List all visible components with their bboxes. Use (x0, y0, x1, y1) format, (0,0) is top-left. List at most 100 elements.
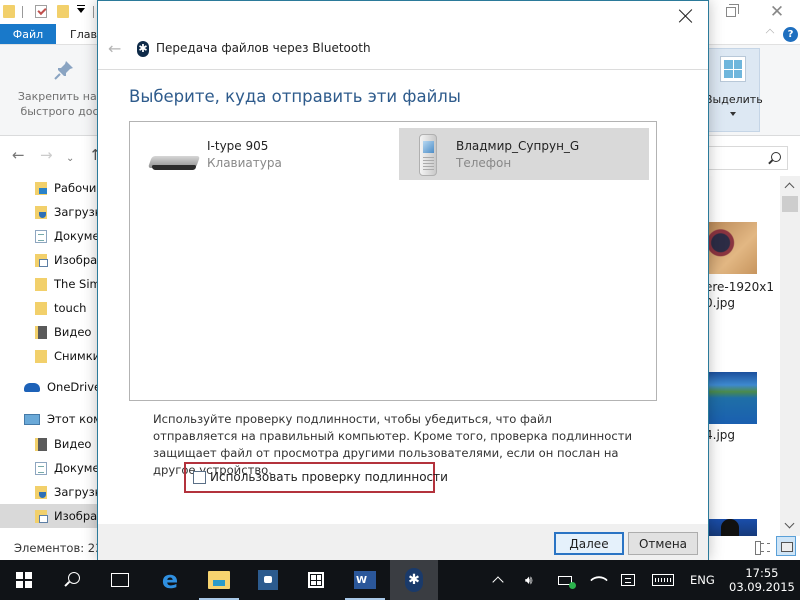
new-folder-icon[interactable] (57, 5, 69, 18)
file-explorer-icon (208, 571, 230, 589)
explorer-close-button[interactable]: ✕ (754, 0, 800, 24)
bluetooth-icon: ✱ (405, 568, 423, 592)
large-icons-view-icon[interactable] (776, 536, 796, 556)
tree-item-label: Загрузк (54, 205, 98, 219)
dialog-heading: Выберите, куда отправить эти файлы (129, 87, 461, 106)
pictures-folder-icon (35, 253, 48, 267)
divider (22, 6, 23, 18)
wifi-icon (590, 571, 608, 589)
tree-item-label: The Sim (54, 277, 98, 291)
cancel-button[interactable]: Отмена (628, 532, 698, 555)
tree-item-documents[interactable]: Докумен (0, 224, 98, 248)
tree-item-touch[interactable]: touch (0, 296, 98, 320)
pin-icon (54, 61, 73, 80)
next-button[interactable]: Далее (554, 532, 624, 555)
videos-folder-icon (35, 437, 47, 451)
tree-item-label: touch (54, 301, 87, 315)
word-button[interactable]: W (341, 560, 389, 600)
tree-item-this-pc[interactable]: Этот комп (0, 407, 98, 431)
volume-button[interactable]: 🔊︎ (525, 560, 533, 600)
device-type: Клавиатура (207, 156, 282, 170)
show-hidden-icons-button[interactable] (492, 560, 504, 600)
task-view-button[interactable] (96, 560, 144, 600)
customize-toolbar-dropdown[interactable] (77, 5, 85, 13)
scroll-up-icon[interactable] (784, 182, 795, 193)
file-name[interactable]: ere-1920x1 (705, 280, 774, 294)
start-button[interactable] (0, 560, 48, 600)
app-icon (258, 570, 278, 590)
scroll-down-icon[interactable] (784, 518, 795, 529)
app-button[interactable] (244, 560, 292, 600)
bluetooth-transfer-button[interactable]: ✱ (390, 560, 438, 600)
tree-item-videos[interactable]: Видео (0, 320, 98, 344)
tree-item-label: Видео (54, 437, 92, 451)
chevron-up-icon (492, 576, 504, 588)
tree-item-label: Изобраэ (54, 253, 98, 267)
store-button[interactable] (292, 560, 340, 600)
search-button[interactable] (48, 560, 96, 600)
desktop-folder-icon (35, 181, 47, 195)
tree-item-pc-documents[interactable]: Докумен (0, 456, 98, 480)
clock-button[interactable]: 17:55 03.09.2015 (729, 560, 795, 600)
device-item-keyboard[interactable]: I-type 905 Клавиатура (136, 128, 386, 180)
tree-item-pc-downloads[interactable]: Загрузк (0, 480, 98, 504)
restore-icon (726, 4, 739, 17)
downloads-folder-icon (35, 205, 47, 219)
restore-button[interactable] (708, 0, 754, 24)
tree-item-pictures[interactable]: Изобраэ (0, 248, 98, 272)
keyboard-icon (147, 152, 201, 170)
tree-item-label: Этот комп (47, 412, 98, 426)
tree-item-label: Изобраэ (54, 509, 98, 523)
tree-item-label: Докумен (54, 229, 98, 243)
folder-icon[interactable] (3, 5, 15, 18)
dialog-close-button[interactable] (678, 8, 694, 24)
tree-item-pc-pictures[interactable]: Изобраэ (0, 504, 98, 528)
file-name[interactable]: 0.jpg (705, 296, 735, 310)
volume-icon: 🔊︎ (525, 572, 533, 587)
device-name: I-type 905 (207, 139, 269, 153)
tree-item-desktop[interactable]: Рабочий (0, 176, 98, 200)
scrollbar-thumb[interactable] (782, 196, 798, 212)
vertical-scrollbar[interactable] (780, 176, 800, 536)
navigation-tree: Рабочий Загрузк Докумен Изобраэ The Sim … (0, 176, 98, 536)
time: 17:55 (745, 566, 779, 580)
tab-file[interactable]: Файл (0, 24, 56, 44)
action-center-button[interactable] (621, 560, 635, 600)
use-authentication-label[interactable]: Использовать проверку подлинности (210, 470, 448, 484)
properties-icon[interactable] (35, 5, 47, 18)
select-grid-icon (720, 56, 746, 82)
image-thumbnail[interactable] (705, 372, 757, 424)
file-name[interactable]: 4.jpg (705, 428, 735, 442)
help-icon[interactable]: ? (783, 27, 798, 42)
image-thumbnail[interactable] (705, 519, 757, 536)
select-button[interactable]: Выделить (704, 48, 763, 132)
device-item-phone[interactable]: Владмир_Супрун_G Телефон (399, 128, 649, 180)
network-button[interactable] (590, 560, 608, 600)
touch-keyboard-button[interactable] (652, 560, 674, 600)
tree-item-label: Загрузк (54, 485, 98, 499)
tree-item-label: OneDrive (47, 380, 98, 394)
battery-charging-icon (558, 575, 576, 589)
keyboard-icon (652, 574, 674, 586)
recent-locations-button[interactable]: ⌄ (66, 151, 74, 166)
image-thumbnail[interactable] (705, 222, 757, 274)
input-language-button[interactable]: ENG (690, 560, 715, 600)
edge-button[interactable]: e (146, 560, 194, 600)
downloads-folder-icon (35, 485, 47, 499)
tree-item-pc-videos[interactable]: Видео (0, 432, 98, 456)
edge-icon: e (161, 566, 179, 594)
tree-item-screenshots[interactable]: Снимки (0, 344, 98, 368)
details-view-icon[interactable] (755, 541, 770, 555)
tree-item-the-sims[interactable]: The Sim (0, 272, 98, 296)
clock: 17:55 03.09.2015 (729, 566, 795, 594)
back-button[interactable]: ← (12, 148, 25, 163)
back-arrow-button[interactable]: ← (108, 39, 121, 58)
use-authentication-checkbox[interactable] (193, 471, 206, 484)
onedrive-icon (24, 382, 40, 392)
tree-item-downloads[interactable]: Загрузк (0, 200, 98, 224)
tree-item-onedrive[interactable]: OneDrive (0, 375, 98, 399)
forward-button[interactable]: → (40, 148, 53, 163)
tree-item-label: Видео (54, 325, 92, 339)
battery-button[interactable] (558, 560, 576, 600)
file-explorer-button[interactable] (195, 560, 243, 600)
